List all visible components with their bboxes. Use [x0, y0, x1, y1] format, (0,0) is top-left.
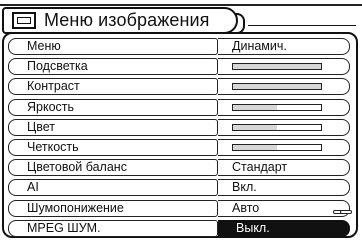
menu-item-label: Четкость: [8, 138, 218, 156]
sharpness-level-bar: [232, 143, 322, 151]
menu-title-tab: Меню изображения: [2, 7, 245, 34]
menu-item-mode[interactable]: Меню Динамич.: [8, 37, 354, 56]
bar-fill: [233, 104, 277, 110]
menu-item-value-text: Выкл.: [236, 220, 270, 235]
menu-item-mpeg-noise[interactable]: MPEG ШУМ. Выкл.: [8, 219, 354, 238]
brightness-level-bar: [232, 103, 322, 111]
color-level-bar: [232, 123, 322, 131]
menu-item-label: AI: [8, 179, 218, 197]
top-divider: [0, 4, 362, 6]
bar-fill: [233, 144, 277, 150]
menu-item-label: Цвет: [8, 118, 218, 136]
bar-fill: [233, 64, 321, 70]
picture-settings-list: Меню Динамич. Подсветка Контраст Яркость…: [8, 37, 354, 239]
menu-item-sharpness[interactable]: Четкость: [8, 138, 354, 157]
menu-item-label: Яркость: [8, 98, 218, 116]
menu-item-brightness[interactable]: Яркость: [8, 98, 354, 117]
menu-item-contrast[interactable]: Контраст: [8, 77, 354, 96]
menu-item-value: Вкл.: [218, 179, 350, 197]
scroll-indicator-right: [340, 210, 352, 214]
menu-title: Меню изображения: [44, 10, 210, 30]
menu-item-label: MPEG ШУМ.: [8, 219, 218, 237]
backlight-level-bar: [232, 63, 322, 71]
menu-item-value: Выкл.: [218, 219, 350, 237]
menu-item-label: Меню: [8, 38, 218, 55]
bar-fill: [233, 84, 321, 90]
menu-item-label: Контраст: [8, 78, 218, 96]
menu-item-color[interactable]: Цвет: [8, 118, 354, 137]
menu-item-label: Шумопонижение: [8, 199, 218, 217]
menu-item-color-balance[interactable]: Цветовой баланс Стандарт: [8, 158, 354, 177]
menu-item-label: Подсветка: [8, 58, 218, 76]
menu-item-ai[interactable]: AI Вкл.: [8, 178, 354, 197]
menu-item-label: Цветовой баланс: [8, 159, 218, 177]
menu-item-value: Динамич.: [218, 38, 350, 55]
menu-item-value: Стандарт: [218, 159, 350, 177]
contrast-level-bar: [232, 83, 322, 91]
menu-item-value: Авто: [218, 199, 350, 217]
menu-item-noise-reduction[interactable]: Шумопонижение Авто: [8, 199, 354, 218]
menu-item-backlight[interactable]: Подсветка: [8, 57, 354, 76]
picture-menu-screen: Меню изображения Меню Динамич. Подсветка…: [0, 0, 362, 240]
title-divider: [248, 25, 356, 26]
bar-fill: [233, 124, 277, 130]
picture-menu-icon: [12, 12, 36, 29]
